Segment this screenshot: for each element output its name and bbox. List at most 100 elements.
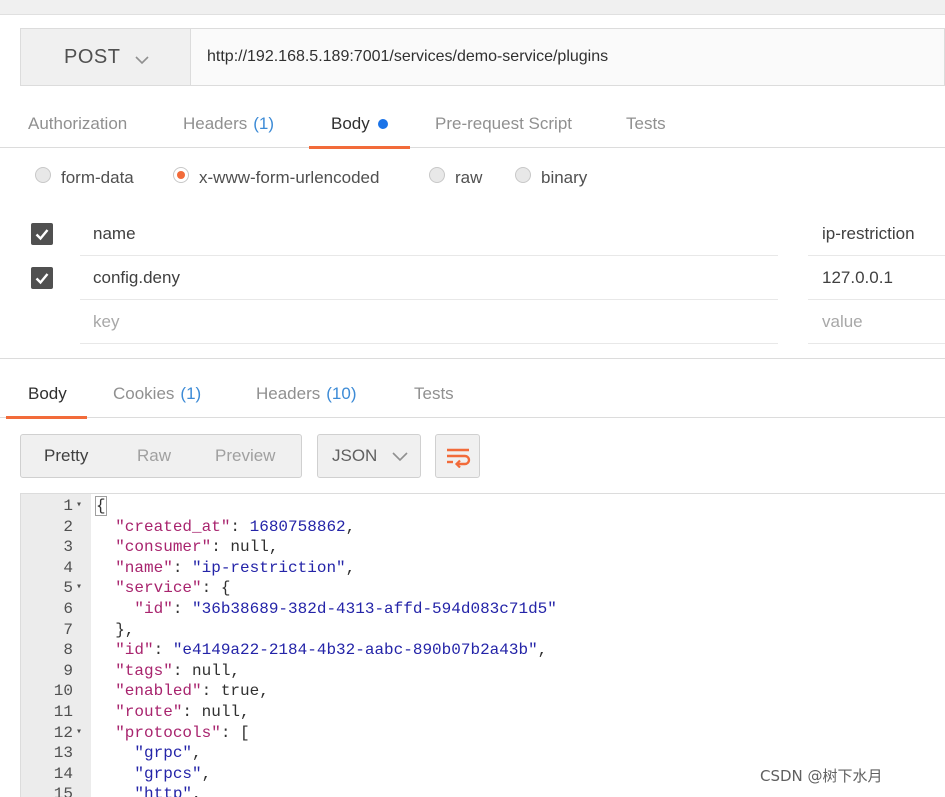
line-number: 7 bbox=[63, 620, 73, 639]
code-line: 2 "created_at": 1680758862, bbox=[21, 517, 945, 538]
code-text: "id": "36b38689-382d-4313-affd-594d083c7… bbox=[134, 600, 557, 618]
format-select[interactable]: JSON bbox=[317, 434, 421, 478]
code-line: 9 "tags": null, bbox=[21, 661, 945, 682]
code-line: 10 "enabled": true, bbox=[21, 681, 945, 702]
code-line: 4 "name": "ip-restriction", bbox=[21, 558, 945, 579]
code-text: "tags": null, bbox=[115, 661, 241, 680]
code-line: 8 "id": "e4149a22-2184-4b32-aabc-890b07b… bbox=[21, 640, 945, 661]
code-line: 6 "id": "36b38689-382d-4313-affd-594d083… bbox=[21, 599, 945, 620]
code-text: "grpc", bbox=[134, 744, 202, 763]
radio-form-data[interactable]: form-data bbox=[35, 160, 134, 196]
line-number: 2 bbox=[63, 517, 73, 536]
new-value-input[interactable]: value bbox=[808, 300, 945, 344]
code-text: "route": null, bbox=[115, 703, 250, 721]
param-row-new: key value bbox=[0, 300, 945, 344]
param-checkbox[interactable] bbox=[31, 267, 53, 289]
radio-binary[interactable]: binary bbox=[515, 160, 587, 196]
code-line: 13 "grpc", bbox=[21, 743, 945, 764]
tab-pre-request-script[interactable]: Pre-request Script bbox=[435, 100, 572, 148]
line-number: 11 bbox=[53, 703, 73, 721]
code-line: 3 "consumer": null, bbox=[21, 537, 945, 558]
code-line: 11 "route": null, bbox=[21, 702, 945, 723]
line-number: 13 bbox=[53, 744, 73, 763]
code-line: 1 ▾ { bbox=[21, 496, 945, 517]
param-value-input[interactable]: 127.0.0.1 bbox=[808, 256, 945, 300]
tab-response-tests[interactable]: Tests bbox=[414, 370, 454, 418]
check-icon bbox=[35, 273, 49, 285]
tab-label: Tests bbox=[414, 384, 454, 403]
line-number: 9 bbox=[63, 661, 73, 680]
code-text: "grpcs", bbox=[134, 764, 212, 783]
response-code-editor[interactable]: 1 ▾{2 "created_at": 1680758862, 3 "consume… bbox=[20, 493, 945, 797]
check-icon bbox=[35, 229, 49, 241]
url-input[interactable]: http://192.168.5.189:7001/services/demo-… bbox=[207, 29, 608, 85]
line-number: 3 bbox=[63, 538, 73, 557]
tab-count: (1) bbox=[253, 114, 275, 133]
tab-authorization[interactable]: Authorization bbox=[28, 100, 127, 148]
view-pretty-button[interactable]: Pretty bbox=[44, 435, 88, 477]
view-raw-button[interactable]: Raw bbox=[137, 435, 171, 477]
top-divider bbox=[0, 14, 945, 15]
watermark: CSDN @树下水月 bbox=[760, 767, 883, 785]
code-text: "service": { bbox=[115, 579, 231, 598]
radio-label: form-data bbox=[61, 168, 134, 187]
code-text: "id": "e4149a22-2184-4b32-aabc-890b07b2a… bbox=[115, 641, 548, 660]
param-key-input[interactable]: config.deny bbox=[80, 256, 778, 300]
view-preview-button[interactable]: Preview bbox=[215, 435, 275, 477]
radio-circle-icon bbox=[35, 167, 51, 183]
wrap-lines-button[interactable] bbox=[435, 434, 480, 478]
line-number: 6 bbox=[63, 600, 73, 618]
line-number: 1 bbox=[63, 497, 73, 515]
line-number: 8 bbox=[63, 641, 73, 660]
response-tabs: Body Cookies (1) Headers (10) Tests bbox=[0, 370, 945, 419]
param-row: name ip-restriction bbox=[0, 212, 945, 256]
body-type-radios: form-data x-www-form-urlencoded raw bina… bbox=[0, 160, 945, 196]
radio-x-www-form-urlencoded[interactable]: x-www-form-urlencoded bbox=[173, 160, 379, 196]
code-text: "name": "ip-restriction", bbox=[115, 558, 356, 577]
tab-label: Body bbox=[28, 384, 67, 403]
line-number: 5 bbox=[63, 579, 73, 598]
fold-arrow-icon[interactable]: ▾ bbox=[76, 496, 82, 517]
method-select[interactable]: POST bbox=[21, 29, 191, 85]
tab-headers[interactable]: Headers (1) bbox=[183, 100, 274, 148]
radio-label: binary bbox=[541, 168, 588, 187]
window-top-strip bbox=[0, 0, 945, 14]
fold-arrow-icon[interactable]: ▾ bbox=[76, 723, 82, 744]
code-line: 12 ▾ "protocols": [ bbox=[21, 723, 945, 744]
tab-cookies[interactable]: Cookies (1) bbox=[113, 370, 201, 418]
radio-label: x-www-form-urlencoded bbox=[199, 168, 380, 187]
line-number: 12 bbox=[53, 723, 73, 742]
line-number: 4 bbox=[63, 558, 73, 577]
radio-circle-icon bbox=[429, 167, 445, 183]
section-divider bbox=[0, 358, 945, 359]
tab-body[interactable]: Body bbox=[309, 100, 410, 149]
method-label: POST bbox=[64, 45, 121, 68]
tab-response-headers[interactable]: Headers (10) bbox=[256, 370, 357, 418]
fold-arrow-icon[interactable]: ▾ bbox=[76, 578, 82, 599]
tab-label: Authorization bbox=[28, 114, 128, 133]
param-checkbox[interactable] bbox=[31, 223, 53, 245]
line-number: 15 bbox=[53, 785, 73, 797]
radio-selected-icon bbox=[173, 167, 189, 183]
tab-label: Tests bbox=[626, 114, 666, 133]
code-line: 15 "http", bbox=[21, 784, 945, 797]
param-row: config.deny 127.0.0.1 bbox=[0, 256, 945, 300]
param-key-input[interactable]: name bbox=[80, 212, 778, 256]
tab-response-body[interactable]: Body bbox=[6, 370, 87, 419]
format-label: JSON bbox=[332, 446, 378, 465]
tab-label: Headers bbox=[183, 114, 248, 133]
tab-tests[interactable]: Tests bbox=[626, 100, 666, 148]
radio-raw[interactable]: raw bbox=[429, 160, 482, 196]
code-text: { bbox=[95, 496, 107, 516]
chevron-down-icon bbox=[391, 448, 408, 464]
line-number: 10 bbox=[53, 682, 73, 701]
tab-label: Headers bbox=[256, 384, 321, 403]
chevron-down-icon bbox=[134, 50, 150, 65]
view-mode-group: Pretty Raw Preview bbox=[20, 434, 302, 478]
code-text: "created_at": 1680758862, bbox=[115, 517, 356, 536]
request-bar: POST http://192.168.5.189:7001/services/… bbox=[20, 28, 945, 86]
param-value-input[interactable]: ip-restriction bbox=[808, 212, 945, 256]
tab-label: Pre-request Script bbox=[435, 114, 572, 133]
code-text: }, bbox=[96, 620, 135, 639]
new-key-input[interactable]: key bbox=[80, 300, 778, 344]
